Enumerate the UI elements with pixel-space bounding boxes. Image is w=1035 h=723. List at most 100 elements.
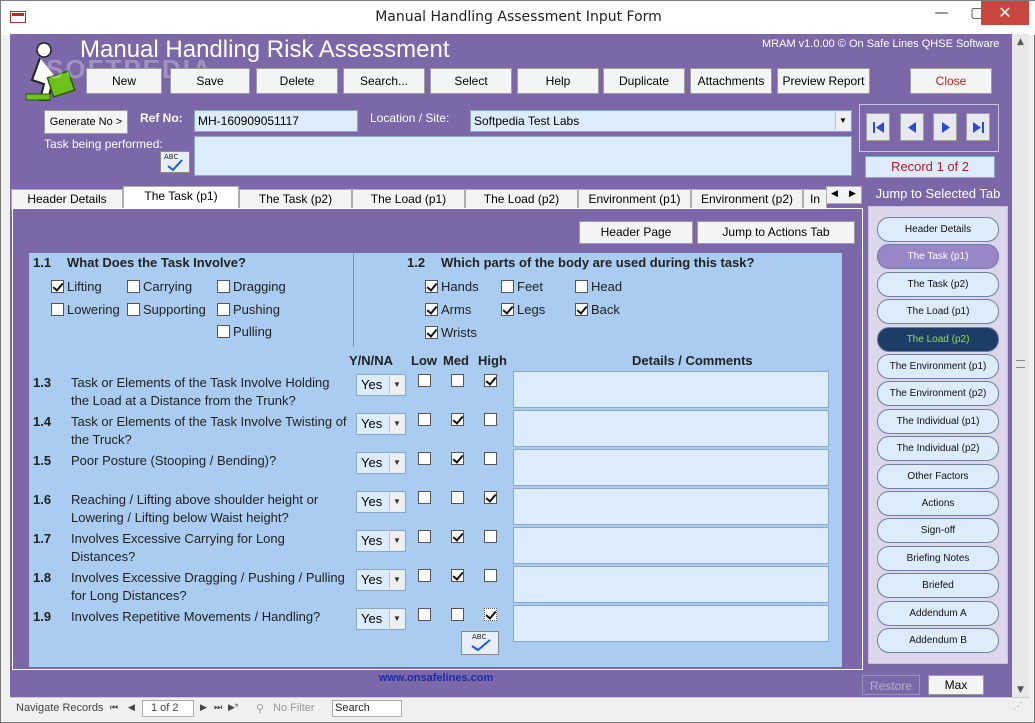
jump-item-briefing-notes[interactable]: Briefing Notes: [877, 545, 999, 571]
option-lowering[interactable]: Lowering: [51, 303, 120, 319]
location-select[interactable]: Softpedia Test Labs ▼: [470, 110, 852, 132]
attachments-button[interactable]: Attachments: [690, 68, 772, 94]
select-button[interactable]: Select: [430, 68, 512, 94]
comments-field[interactable]: [513, 371, 829, 408]
close-window-button[interactable]: ✕: [981, 1, 1029, 25]
tab-environment-p2[interactable]: Environment (p2): [691, 189, 803, 210]
option-dragging[interactable]: Dragging: [217, 280, 286, 296]
rating-low-checkbox[interactable]: [418, 491, 431, 504]
checkbox-icon[interactable]: [217, 280, 230, 293]
checkbox-icon[interactable]: [425, 303, 438, 316]
jump-item-addendum-b[interactable]: Addendum B: [877, 628, 999, 653]
comments-field[interactable]: [513, 410, 829, 447]
chevron-down-icon[interactable]: ▼: [835, 112, 850, 130]
rating-med-checkbox[interactable]: [451, 491, 464, 504]
bodypart-feet[interactable]: Feet: [501, 280, 543, 296]
rating-high-checkbox[interactable]: [484, 452, 497, 465]
chevron-down-icon[interactable]: ▼: [389, 532, 404, 550]
restore-button[interactable]: Restore: [862, 675, 920, 695]
help-button[interactable]: Help: [517, 68, 599, 94]
chevron-down-icon[interactable]: ▼: [389, 376, 404, 394]
bodypart-legs[interactable]: Legs: [501, 303, 545, 319]
no-filter-label[interactable]: No Filter: [273, 702, 315, 714]
checkbox-icon[interactable]: [501, 303, 514, 316]
rating-med-checkbox[interactable]: [451, 569, 464, 582]
minimize-button[interactable]: —: [919, 1, 964, 25]
rating-low-checkbox[interactable]: [418, 413, 431, 426]
jump-item-the-environment-p1[interactable]: The Environment (p1): [877, 354, 999, 379]
bodypart-back[interactable]: Back: [575, 303, 620, 319]
tab-load-p1[interactable]: The Load (p1): [352, 189, 465, 210]
option-pulling[interactable]: Pulling: [217, 325, 272, 341]
checkbox-icon[interactable]: [425, 326, 438, 339]
jump-item-the-individual-p1[interactable]: The Individual (p1): [877, 408, 999, 434]
bodypart-wrists[interactable]: Wrists: [425, 326, 477, 342]
rating-low-checkbox[interactable]: [418, 530, 431, 543]
bodypart-arms[interactable]: Arms: [425, 303, 471, 319]
checkbox-icon[interactable]: [425, 280, 438, 293]
checkbox-icon[interactable]: [575, 303, 588, 316]
max-button[interactable]: Max: [928, 675, 984, 695]
comments-field[interactable]: [513, 449, 829, 486]
prev-record-icon[interactable]: ◀: [128, 702, 135, 713]
website-link[interactable]: www.onsafelines.com: [10, 672, 862, 684]
jump-item-addendum-a[interactable]: Addendum A: [877, 600, 999, 626]
status-search-input[interactable]: Search: [332, 700, 402, 717]
preview-report-button[interactable]: Preview Report: [777, 68, 870, 94]
rating-low-checkbox[interactable]: [418, 452, 431, 465]
last-record-icon[interactable]: ⏭: [214, 702, 222, 713]
checkbox-icon[interactable]: [217, 325, 230, 338]
jump-item-sign-off[interactable]: Sign-off: [877, 518, 999, 544]
yn-select[interactable]: Yes ▼: [356, 491, 406, 513]
scroll-up-icon[interactable]: ▲: [1012, 34, 1029, 51]
first-record-button[interactable]: [866, 113, 890, 141]
jump-actions-button[interactable]: Jump to Actions Tab: [697, 221, 855, 244]
jump-item-the-task-p1[interactable]: The Task (p1): [877, 244, 999, 270]
checkbox-icon[interactable]: [51, 303, 64, 316]
option-supporting[interactable]: Supporting: [127, 303, 206, 319]
rating-high-checkbox[interactable]: [484, 491, 497, 504]
next-record-icon[interactable]: ▶: [200, 702, 207, 713]
checkbox-icon[interactable]: [127, 303, 140, 316]
yn-select[interactable]: Yes ▼: [356, 530, 406, 552]
rating-med-checkbox[interactable]: [451, 374, 464, 387]
option-carrying[interactable]: Carrying: [127, 280, 192, 296]
jump-item-the-load-p2[interactable]: The Load (p2): [877, 326, 999, 352]
spell-check-icon[interactable]: ABC: [160, 151, 190, 173]
jump-item-the-load-p1[interactable]: The Load (p1): [877, 299, 999, 325]
yn-select[interactable]: Yes ▼: [356, 413, 406, 435]
rating-low-checkbox[interactable]: [418, 608, 431, 621]
chevron-down-icon[interactable]: ▼: [389, 415, 404, 433]
prev-record-button[interactable]: [900, 113, 924, 141]
rating-high-checkbox[interactable]: [484, 374, 497, 387]
spell-check-icon[interactable]: ABC: [461, 631, 499, 655]
duplicate-button[interactable]: Duplicate: [603, 68, 685, 94]
new-record-icon[interactable]: ▶*: [228, 702, 238, 713]
chevron-down-icon[interactable]: ▼: [389, 454, 404, 472]
rating-low-checkbox[interactable]: [418, 374, 431, 387]
generate-number-button[interactable]: Generate No >: [44, 110, 128, 134]
checkbox-icon[interactable]: [575, 280, 588, 293]
yn-select[interactable]: Yes ▼: [356, 452, 406, 474]
filter-icon[interactable]: ⚲: [256, 702, 264, 715]
comments-field[interactable]: [513, 488, 829, 525]
jump-item-actions[interactable]: Actions: [877, 491, 999, 516]
scroll-grip-icon[interactable]: [1016, 360, 1025, 368]
jump-item-header-details[interactable]: Header Details: [877, 217, 999, 242]
checkbox-icon[interactable]: [217, 303, 230, 316]
comments-field[interactable]: [513, 527, 829, 564]
comments-field[interactable]: [513, 605, 829, 642]
yn-select[interactable]: Yes ▼: [356, 374, 406, 396]
checkbox-icon[interactable]: [51, 280, 64, 293]
delete-button[interactable]: Delete: [256, 68, 338, 94]
header-page-button[interactable]: Header Page: [579, 221, 693, 244]
bodypart-hands[interactable]: Hands: [425, 280, 479, 296]
rating-med-checkbox[interactable]: [451, 452, 464, 465]
tab-header-details[interactable]: Header Details: [11, 189, 123, 210]
rating-med-checkbox[interactable]: [451, 413, 464, 426]
resize-grip-icon[interactable]: ⋰: [1013, 701, 1029, 717]
jump-item-other-factors[interactable]: Other Factors: [877, 463, 999, 489]
new-button[interactable]: New: [86, 68, 162, 94]
rating-high-checkbox[interactable]: [484, 608, 497, 621]
last-record-button[interactable]: [966, 113, 990, 141]
